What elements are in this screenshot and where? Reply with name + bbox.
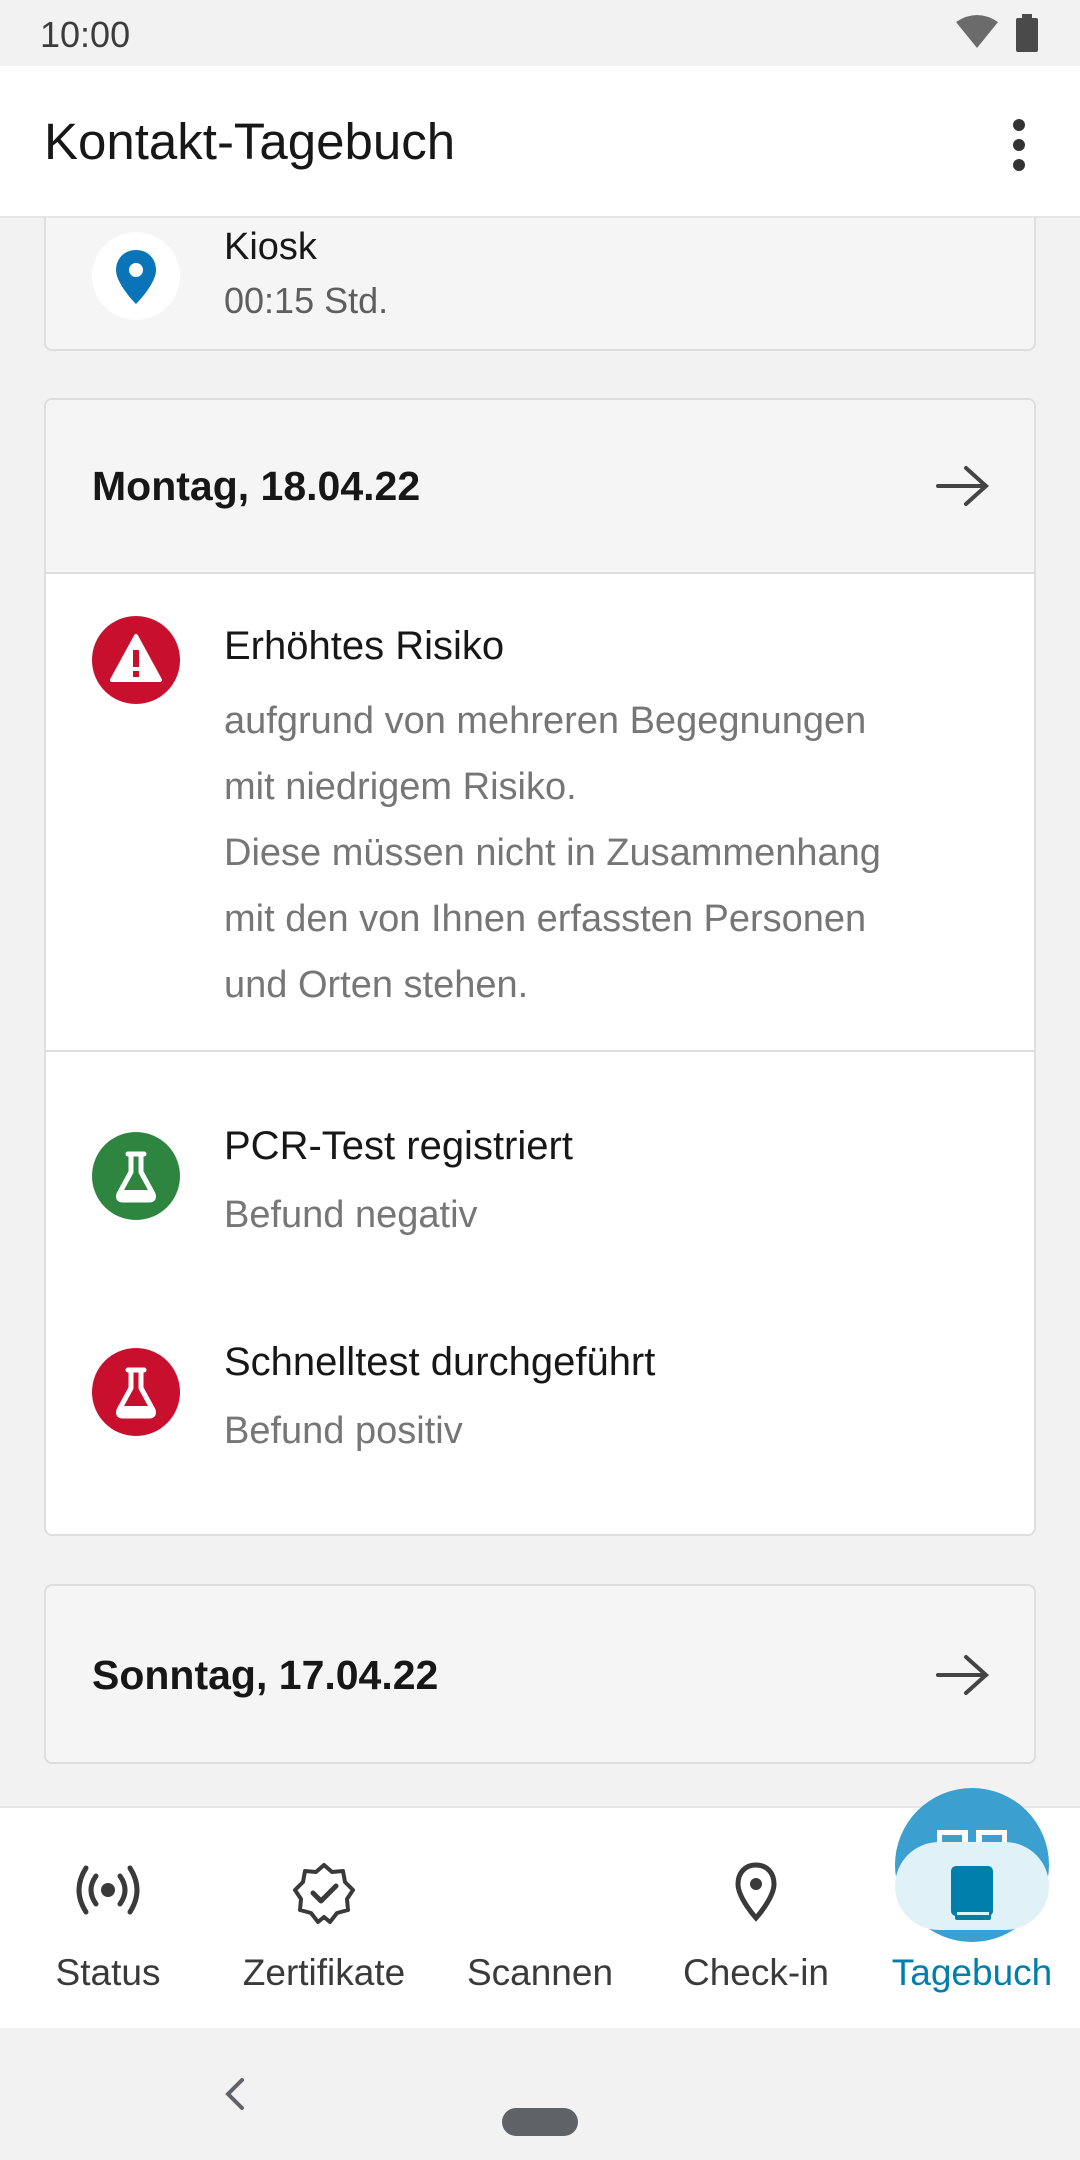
back-icon[interactable] bbox=[222, 2074, 248, 2119]
diary-list[interactable]: Kiosk 00:15 Std. Montag, 18.04.22 Erhöht… bbox=[0, 218, 1080, 1806]
arrow-right-icon[interactable] bbox=[936, 464, 990, 513]
nav-label: Zertifikate bbox=[242, 1952, 406, 1993]
test-result: Befund negativ bbox=[224, 1194, 478, 1236]
bottom-navigation: Status Zertifikate Scannen Check-in Tage… bbox=[0, 1788, 1080, 2030]
test-result: Befund positiv bbox=[224, 1410, 463, 1452]
risk-description-line: mit niedrigem Risiko. bbox=[224, 766, 577, 808]
app-bar: Kontakt-Tagebuch bbox=[0, 66, 1080, 218]
page-title: Kontakt-Tagebuch bbox=[44, 113, 456, 170]
nav-tagebuch[interactable]: Tagebuch bbox=[864, 1808, 1080, 2030]
nav-label: Status bbox=[55, 1952, 161, 1993]
risk-title: Erhöhtes Risiko bbox=[224, 624, 505, 668]
day-card[interactable]: Sonntag, 17.04.22 bbox=[44, 1584, 1036, 1764]
certificate-badge-icon bbox=[292, 1862, 356, 1931]
more-vertical-icon[interactable] bbox=[1001, 118, 1037, 172]
day-header[interactable]: Montag, 18.04.22 bbox=[46, 400, 1034, 574]
test-title: PCR-Test registriert bbox=[224, 1124, 573, 1168]
day-card: Montag, 18.04.22 Erhöhtes Risiko aufgrun… bbox=[44, 398, 1036, 1536]
location-entry-card[interactable]: Kiosk 00:15 Std. bbox=[44, 218, 1036, 351]
system-navigation-bar bbox=[0, 2028, 1080, 2160]
broadcast-icon bbox=[72, 1862, 144, 1923]
tests-entries: PCR-Test registriert Befund negativ Schn… bbox=[46, 1052, 1034, 1534]
nav-check-in[interactable]: Check-in bbox=[648, 1808, 864, 2030]
nav-label: Check-in bbox=[683, 1952, 829, 1993]
wifi-icon bbox=[955, 14, 999, 55]
nav-label: Scannen bbox=[466, 1952, 614, 1993]
nav-scannen[interactable]: Scannen bbox=[432, 1788, 1049, 2030]
risk-description-line: mit den von Ihnen erfassten Personen bbox=[224, 898, 867, 940]
risk-entry: Erhöhtes Risiko aufgrund von mehreren Be… bbox=[46, 574, 1034, 1052]
day-label: Montag, 18.04.22 bbox=[92, 463, 421, 509]
nav-zertifikate[interactable]: Zertifikate bbox=[216, 1808, 432, 2030]
nav-label: Tagebuch bbox=[891, 1952, 1053, 1993]
day-label: Sonntag, 17.04.22 bbox=[92, 1652, 439, 1698]
location-pin-icon bbox=[116, 250, 156, 304]
location-name: Kiosk bbox=[224, 226, 317, 268]
risk-description-line: aufgrund von mehreren Begegnungen bbox=[224, 700, 867, 742]
warning-icon bbox=[92, 616, 180, 704]
location-duration: 00:15 Std. bbox=[224, 280, 389, 321]
status-time: 10:00 bbox=[40, 14, 131, 55]
nav-status[interactable]: Status bbox=[0, 1808, 216, 2030]
location-icon-wrapper bbox=[92, 232, 180, 320]
risk-description-line: Diese müssen nicht in Zusammenhang bbox=[224, 832, 881, 874]
location-pin-icon bbox=[734, 1862, 778, 1927]
test-title: Schnelltest durchgeführt bbox=[224, 1340, 656, 1384]
flask-icon bbox=[92, 1348, 180, 1436]
flask-icon bbox=[92, 1132, 180, 1220]
risk-description-line: und Orten stehen. bbox=[224, 964, 529, 1006]
battery-icon bbox=[1016, 14, 1038, 57]
risk-description: aufgrund von mehreren Begegnungen mit ni… bbox=[224, 688, 1014, 1018]
book-icon bbox=[949, 1864, 995, 1927]
home-handle[interactable] bbox=[502, 2108, 578, 2136]
arrow-right-icon[interactable] bbox=[936, 1653, 990, 1702]
status-bar: 10:00 bbox=[0, 0, 1080, 66]
